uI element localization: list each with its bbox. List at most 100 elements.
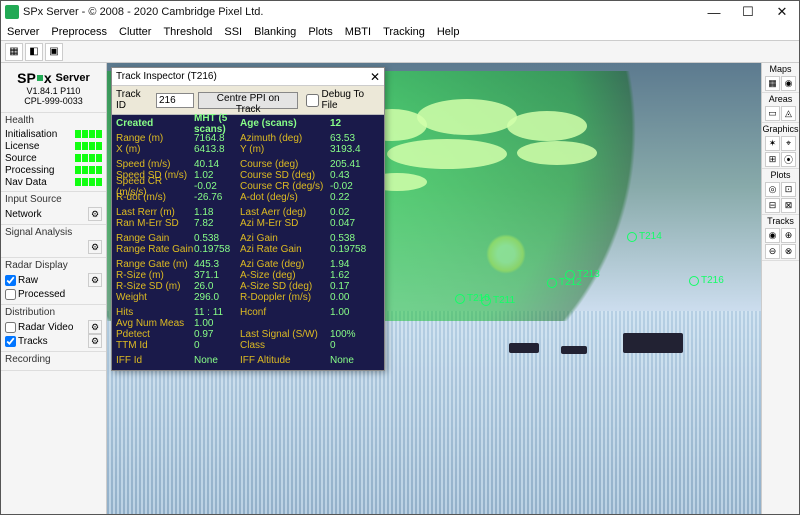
inspector-controls: Track ID Centre PPI on Track Debug To Fi… (112, 86, 384, 115)
logo: SPx Server V1.84.1 P110 CPL-999-0033 (1, 63, 106, 113)
maps-btn-1[interactable]: ▦ (765, 76, 780, 91)
raw-label: Raw (18, 275, 38, 286)
inspector-row: R-dot (m/s)-26.76A-dot (deg/s)0.22 (116, 192, 380, 203)
tracks-btn-4[interactable]: ⊗ (781, 244, 796, 259)
menu-ssi[interactable]: SSI (218, 24, 248, 40)
main-view[interactable]: T210T211T212T213T214T216 Track Inspector… (107, 63, 761, 514)
radar-video-config-icon[interactable]: ⚙ (88, 320, 102, 334)
plots-btn-2[interactable]: ⊡ (781, 182, 796, 197)
inspector-cell: A-dot (deg/s) (240, 192, 330, 203)
inspector-titlebar[interactable]: Track Inspector (T216) ✕ (112, 68, 384, 86)
toolbar-btn-3[interactable]: ▣ (45, 43, 63, 61)
processed-checkbox[interactable] (5, 289, 16, 300)
track-marker-t216[interactable]: T216 (689, 275, 724, 286)
tracks-config-icon[interactable]: ⚙ (88, 334, 102, 348)
centre-ppi-button[interactable]: Centre PPI on Track (198, 92, 299, 109)
graphics-btn-3[interactable]: ⊞ (765, 152, 780, 167)
menu-help[interactable]: Help (431, 24, 466, 40)
inspector-cell: 0.22 (330, 192, 349, 203)
plots-btn-3[interactable]: ⊟ (765, 198, 780, 213)
menu-mbti[interactable]: MBTI (339, 24, 377, 40)
titlebar: SPx Server - © 2008 - 2020 Cambridge Pix… (1, 1, 799, 23)
track-marker-t213[interactable]: T213 (565, 269, 600, 280)
graphics-btn-1[interactable]: ✶ (765, 136, 780, 151)
menu-blanking[interactable]: Blanking (248, 24, 302, 40)
radar-display-section: Radar Display Raw ⚙ Processed (1, 258, 106, 305)
inspector-cell: 445.3 (194, 259, 240, 270)
plots-btn-4[interactable]: ⊠ (781, 198, 796, 213)
toolbar-btn-2[interactable]: ◧ (25, 43, 43, 61)
app-window: SPx Server - © 2008 - 2020 Cambridge Pix… (0, 0, 800, 515)
inspector-cell: IFF Id (116, 355, 194, 366)
maximize-button[interactable]: ☐ (731, 1, 765, 23)
inspector-cell: R-Size SD (m) (116, 281, 194, 292)
maps-btn-2[interactable]: ◉ (781, 76, 796, 91)
graphics-btn-4[interactable]: ⦿ (781, 152, 796, 167)
inspector-cell: 40.14 (194, 159, 240, 170)
areas-btn-2[interactable]: ◬ (781, 106, 796, 121)
menu-threshold[interactable]: Threshold (157, 24, 218, 40)
inspector-cell: Hits (116, 307, 194, 318)
plots-btn-1[interactable]: ◎ (765, 182, 780, 197)
menu-preprocess[interactable]: Preprocess (45, 24, 113, 40)
input-source-item: Network (5, 209, 86, 220)
health-label: Nav Data (5, 177, 73, 188)
graphics-btn-2[interactable]: ⌖ (781, 136, 796, 151)
areas-btn-1[interactable]: ▭ (765, 106, 780, 121)
debug-to-file-checkbox[interactable] (306, 94, 319, 107)
inspector-cell: 0.00 (330, 292, 349, 303)
inspector-cell: Range Gate (m) (116, 259, 194, 270)
inspector-cell: R-Size (m) (116, 270, 194, 281)
inspector-cell: R-Doppler (m/s) (240, 292, 330, 303)
inspector-cell: 205.41 (330, 159, 361, 170)
inspector-cell: 1.18 (194, 207, 240, 218)
health-bar (75, 154, 102, 162)
health-bar (75, 130, 102, 138)
tracks-btn-2[interactable]: ⊕ (781, 228, 796, 243)
inspector-cell: 0.17 (330, 281, 349, 292)
toolbar-btn-1[interactable]: ▦ (5, 43, 23, 61)
minimize-button[interactable]: — (697, 1, 731, 23)
inspector-row: Pdetect0.97Last Signal (S/W)100% (116, 329, 380, 340)
raw-config-icon[interactable]: ⚙ (88, 273, 102, 287)
inspector-row: Range Rate Gain0.19758Azi Rate Gain0.197… (116, 244, 380, 255)
raw-checkbox[interactable] (5, 275, 16, 286)
inspector-body: Created MHT (5 scans) Age (scans) 12 Ran… (112, 115, 384, 370)
inspector-row: Hits11 : 11Hconf1.00 (116, 307, 380, 318)
track-marker-t211[interactable]: T211 (481, 295, 515, 306)
track-ring-icon (627, 232, 637, 242)
inspector-cell: A-Size (deg) (240, 270, 330, 281)
inspector-cell: -26.76 (194, 192, 240, 203)
menu-server[interactable]: Server (1, 24, 45, 40)
tracks-title: Tracks (767, 215, 794, 227)
inspector-cell: 7.82 (194, 218, 240, 229)
tracks-btn-1[interactable]: ◉ (765, 228, 780, 243)
processed-label: Processed (18, 289, 65, 300)
radar-video-checkbox[interactable] (5, 322, 16, 333)
inspector-cell: 296.0 (194, 292, 240, 303)
inspector-cell: -0.02 (330, 181, 353, 192)
track-inspector-window[interactable]: Track Inspector (T216) ✕ Track ID Centre… (111, 67, 385, 371)
tracks-btn-3[interactable]: ⊖ (765, 244, 780, 259)
track-id-label: T211 (493, 295, 515, 306)
tracks-checkbox[interactable] (5, 336, 16, 347)
inspector-close-icon[interactable]: ✕ (370, 70, 380, 84)
track-marker-t214[interactable]: T214 (627, 231, 662, 242)
menu-plots[interactable]: Plots (302, 24, 338, 40)
health-label: Source (5, 153, 73, 164)
menu-tracking[interactable]: Tracking (377, 24, 431, 40)
track-id-input[interactable] (156, 93, 194, 108)
input-source-config-icon[interactable]: ⚙ (88, 207, 102, 221)
inspector-row: R-Size SD (m)26.0A-Size SD (deg)0.17 (116, 281, 380, 292)
inspector-cell: 1.62 (330, 270, 349, 281)
maps-title: Maps (769, 63, 791, 75)
areas-title: Areas (769, 93, 793, 105)
close-button[interactable]: ✕ (765, 1, 799, 23)
recording-title: Recording (5, 354, 102, 365)
signal-analysis-config-icon[interactable]: ⚙ (88, 240, 102, 254)
menu-clutter[interactable]: Clutter (113, 24, 157, 40)
health-label: License (5, 141, 73, 152)
inspector-header-row: Created MHT (5 scans) Age (scans) 12 (116, 118, 380, 129)
inspector-cell: Last Aerr (deg) (240, 207, 330, 218)
inspector-cell: R-dot (m/s) (116, 192, 194, 203)
